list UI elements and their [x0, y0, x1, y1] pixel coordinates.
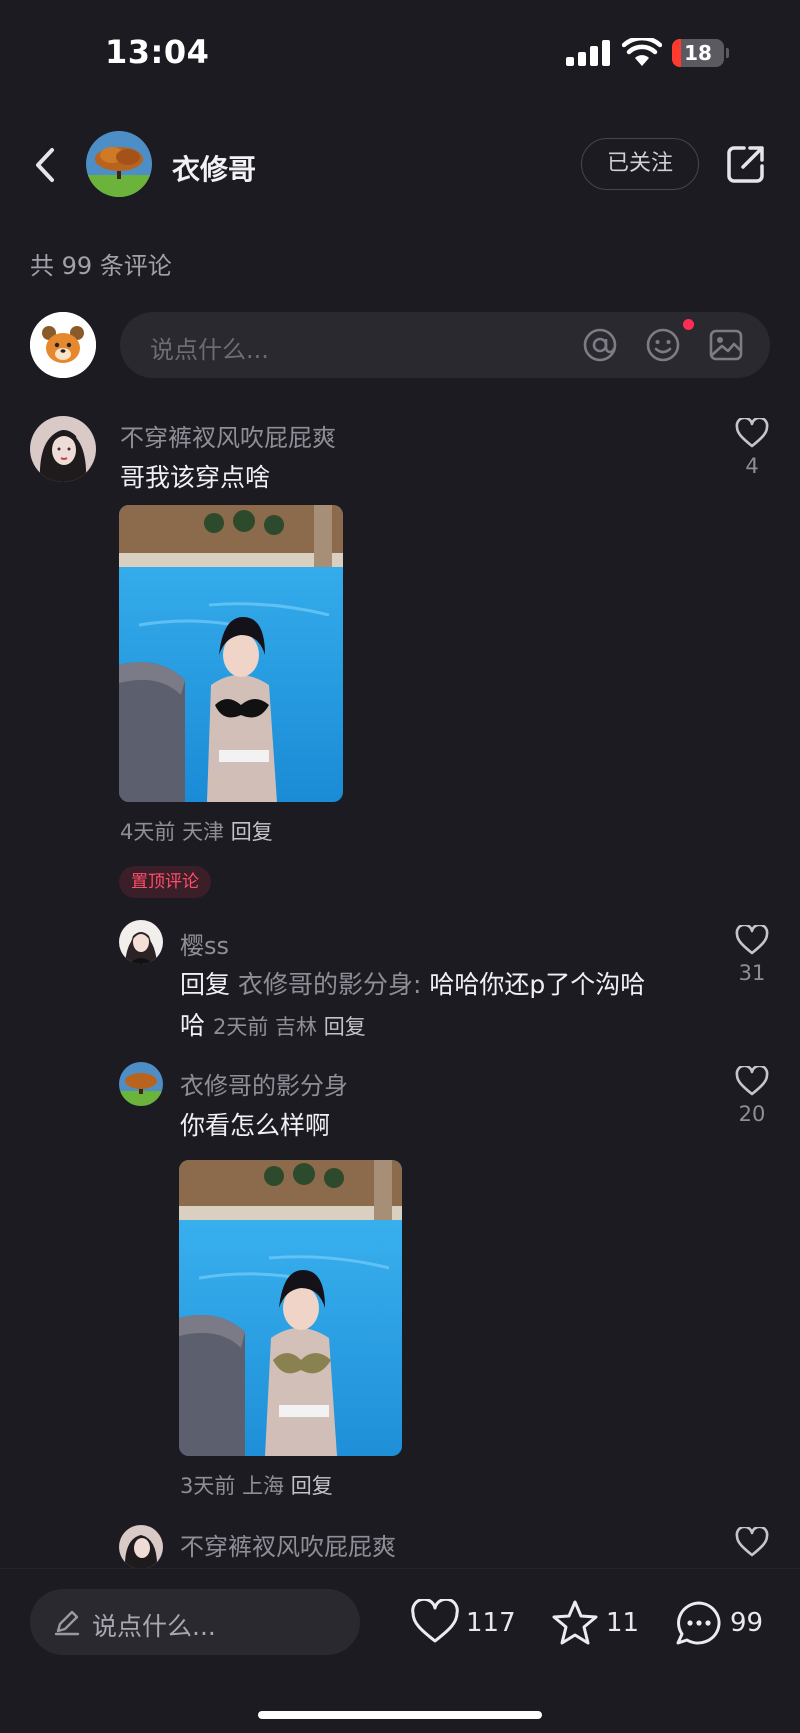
reply-text-line1: 哈哈你还p了个沟哈	[429, 970, 646, 999]
favorite-action[interactable]: 11	[550, 1599, 640, 1649]
comment-icon	[676, 1601, 721, 1645]
reply-time: 3天前	[180, 1474, 236, 1498]
reply-button[interactable]: 回复	[231, 820, 273, 844]
pinned-badge: 置顶评论	[119, 866, 211, 898]
reply-to-user[interactable]: 衣修哥的影分身:	[238, 970, 421, 999]
reply-button[interactable]: 回复	[324, 1015, 366, 1039]
heart-icon	[735, 925, 769, 955]
like-button[interactable]: 4	[727, 418, 777, 478]
comment-count: 共 99 条评论	[30, 252, 172, 280]
reply-text-cont: 哈 2天前 吉林 回复	[180, 1006, 366, 1042]
follow-button[interactable]: 已关注	[581, 138, 699, 190]
reply-text-line2: 哈	[180, 1011, 206, 1040]
comment-image[interactable]	[119, 505, 343, 802]
like-count: 20	[738, 1102, 766, 1126]
commenter-avatar[interactable]	[30, 416, 96, 482]
emoji-icon[interactable]	[645, 327, 681, 363]
like-button[interactable]	[727, 1527, 777, 1557]
header: 衣修哥 已关注	[0, 120, 800, 210]
status-bar: 13:04 18	[0, 0, 800, 100]
signal-icon	[566, 40, 610, 66]
reply-location: 上海	[242, 1474, 285, 1498]
comment-input-placeholder: 说点什么...	[150, 336, 269, 364]
like-button[interactable]: 31	[727, 925, 777, 985]
bottom-comment-input[interactable]: 说点什么...	[30, 1589, 360, 1655]
bottom-bar: 说点什么... 117 11 99	[0, 1568, 800, 1733]
like-count: 31	[738, 961, 766, 985]
comment-location: 天津	[182, 820, 225, 844]
favorite-count: 11	[606, 1608, 640, 1638]
pencil-icon	[54, 1610, 80, 1636]
star-icon	[552, 1600, 598, 1645]
like-action[interactable]: 117	[410, 1599, 516, 1649]
comment-author[interactable]: 不穿裤衩风吹屁屁爽	[120, 418, 336, 453]
comment-count-total: 99	[730, 1608, 764, 1638]
header-title: 衣修哥	[172, 153, 257, 186]
battery-level: 18	[684, 41, 712, 65]
heart-icon	[735, 1527, 769, 1557]
heart-icon	[735, 418, 769, 448]
battery-icon: 18	[672, 39, 729, 67]
reply-author[interactable]: 樱ss	[180, 926, 229, 961]
heart-icon	[411, 1599, 459, 1643]
comment-meta: 4天前 天津 回复	[120, 816, 273, 846]
reply-image[interactable]	[179, 1160, 402, 1456]
heart-icon	[735, 1066, 769, 1096]
reply-text: 你看怎么样啊	[180, 1111, 331, 1140]
reply-avatar[interactable]	[119, 1062, 163, 1106]
notification-dot	[683, 319, 694, 330]
like-count-total: 117	[466, 1608, 516, 1638]
reply-meta: 3天前 上海 回复	[180, 1470, 333, 1500]
reply-text: 回复 衣修哥的影分身: 哈哈你还p了个沟哈	[180, 965, 645, 1001]
back-icon[interactable]	[28, 142, 64, 188]
reply-meta: 2天前 吉林 回复	[213, 1015, 366, 1039]
comment-text: 哥我该穿点啥	[120, 463, 271, 492]
reply-time: 2天前	[212, 1015, 269, 1039]
share-icon[interactable]	[724, 142, 768, 186]
reply-location: 吉林	[275, 1015, 318, 1039]
home-indicator[interactable]	[258, 1711, 542, 1719]
user-avatar[interactable]	[86, 131, 152, 197]
status-time: 13:04	[105, 33, 210, 71]
reply-avatar[interactable]	[119, 920, 163, 964]
at-icon[interactable]	[582, 327, 618, 363]
reply-avatar[interactable]	[119, 1525, 163, 1569]
reply-prefix: 回复	[180, 970, 231, 999]
reply-author[interactable]: 不穿裤衩风吹屁屁爽	[180, 1527, 396, 1562]
reply-button[interactable]: 回复	[291, 1474, 333, 1498]
bottom-input-placeholder: 说点什么...	[92, 1612, 216, 1641]
like-count: 4	[745, 454, 759, 478]
comment-time: 4天前	[120, 820, 176, 844]
wifi-icon	[622, 38, 662, 66]
like-button[interactable]: 20	[727, 1066, 777, 1126]
comment-input[interactable]: 说点什么...	[120, 312, 770, 378]
my-avatar	[30, 312, 96, 378]
image-icon[interactable]	[708, 327, 744, 363]
reply-author[interactable]: 衣修哥的影分身	[180, 1066, 348, 1101]
comment-action[interactable]: 99	[674, 1599, 774, 1649]
